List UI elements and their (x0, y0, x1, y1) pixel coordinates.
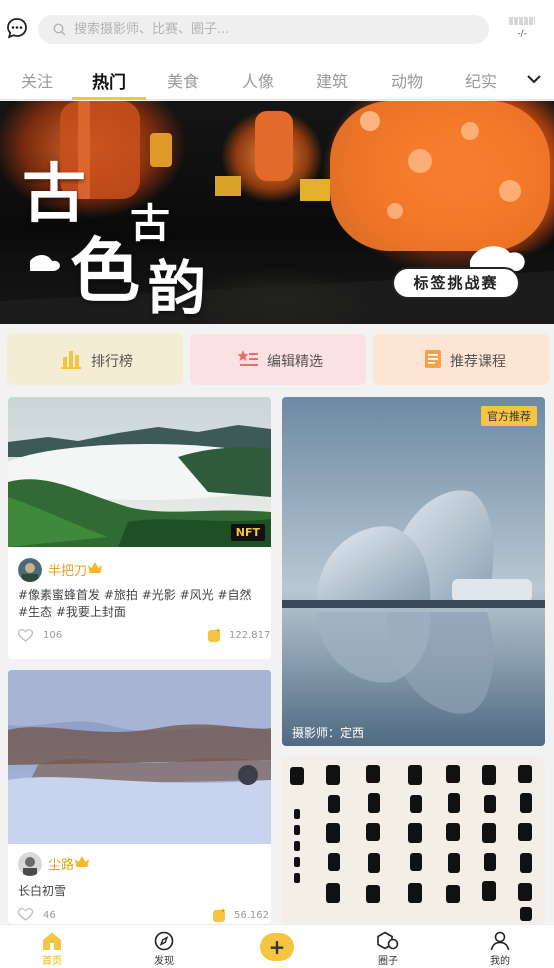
home-icon (43, 932, 61, 950)
author-name[interactable]: 尘路 (48, 854, 74, 873)
nav-home[interactable]: 首页 (22, 931, 82, 967)
coin-count: 56.162 (234, 910, 269, 921)
compass-icon (154, 931, 174, 951)
avatar[interactable] (18, 558, 42, 582)
editor-picks-label: 编辑精选 (267, 354, 323, 370)
ranking-label: 排行榜 (91, 354, 133, 370)
courses-button[interactable]: 推荐课程 (373, 334, 549, 385)
ranking-button[interactable]: 排行榜 (7, 334, 183, 385)
nav-circle[interactable]: 圈子 (358, 931, 418, 967)
nav-circle-label: 圈子 (378, 956, 398, 967)
banner-tag-challenge-button[interactable]: 标签挑战赛 (392, 267, 520, 299)
tab-food[interactable]: 美食 (146, 68, 220, 92)
card-photo[interactable] (8, 670, 271, 844)
post-button[interactable]: + (260, 933, 294, 961)
status-bars-icon (509, 17, 535, 25)
editor-picks-button[interactable]: 编辑精选 (190, 334, 366, 385)
calligraphy-photo[interactable] (282, 757, 545, 924)
courses-label: 推荐课程 (450, 354, 506, 370)
nav-me[interactable]: 我的 (470, 931, 530, 967)
photographer-credit[interactable]: 摄影师：定西 (292, 724, 364, 741)
circle-icon (377, 931, 399, 950)
nft-badge: NFT (230, 524, 265, 541)
bar-chart-icon (61, 351, 81, 369)
promo-banner[interactable]: 古 古 色 韵 标签挑战赛 (0, 101, 554, 324)
heart-icon[interactable] (18, 629, 33, 642)
avatar[interactable] (18, 852, 42, 876)
search-input[interactable] (74, 15, 474, 44)
card-description: #像素蜜蜂首发 #旅拍 #光影 #风光 #自然 #生态 #我要上封面 (18, 588, 252, 619)
bottom-nav: 首页 发现 + 圈子 我的 (0, 924, 554, 968)
coin-count: 122.817 (229, 630, 271, 641)
tab-animals[interactable]: 动物 (370, 68, 444, 92)
card-photo[interactable] (282, 397, 545, 746)
tab-architecture[interactable]: 建筑 (295, 68, 369, 92)
coin-icon (213, 908, 226, 922)
book-icon (425, 350, 441, 368)
author-name[interactable]: 半把刀 (48, 560, 87, 579)
search-icon (53, 23, 66, 36)
coin-icon (208, 628, 221, 642)
active-tab-indicator (72, 97, 146, 100)
banner-title-char: 韵 (148, 254, 207, 322)
message-icon[interactable] (6, 17, 28, 39)
official-recommend-badge: 官方推荐 (481, 406, 537, 426)
star-list-icon (237, 350, 258, 366)
user-icon (490, 931, 510, 951)
chevron-down-icon[interactable] (524, 70, 544, 88)
banner-title-char: 色 (70, 229, 140, 312)
tab-hot[interactable]: 热门 (72, 68, 146, 93)
banner-title: 古 古 色 韵 (18, 143, 258, 322)
tab-follow[interactable]: 关注 (0, 68, 74, 92)
like-count: 106 (43, 630, 63, 641)
top-bar: -/- (0, 0, 554, 58)
nav-me-label: 我的 (490, 956, 510, 967)
status-text: -/- (517, 29, 527, 39)
nav-discover-label: 发现 (154, 956, 174, 967)
feed-card[interactable]: 官方推荐 摄影师：定西 (282, 397, 545, 746)
tab-documentary[interactable]: 纪实 (444, 68, 518, 92)
crown-icon (88, 562, 102, 573)
weather-widget[interactable]: -/- (506, 14, 538, 44)
feed-card[interactable]: 尘路 长白初雪 46 56.162 (8, 670, 271, 924)
category-tabs: 关注 热门 美食 人像 建筑 动物 纪实 (0, 58, 554, 100)
tab-portrait[interactable]: 人像 (221, 68, 295, 92)
feed-card[interactable]: NFT 半把刀 #像素蜜蜂首发 #旅拍 #光影 #风光 #自然 #生态 #我要上… (8, 397, 271, 659)
search-box[interactable] (38, 15, 489, 44)
nav-home-label: 首页 (42, 956, 62, 967)
crown-icon (75, 856, 89, 867)
like-count: 46 (43, 910, 56, 921)
card-description: 长白初雪 (18, 884, 67, 898)
heart-icon[interactable] (18, 908, 33, 921)
nav-discover[interactable]: 发现 (134, 931, 194, 967)
feed-card[interactable] (282, 757, 545, 924)
